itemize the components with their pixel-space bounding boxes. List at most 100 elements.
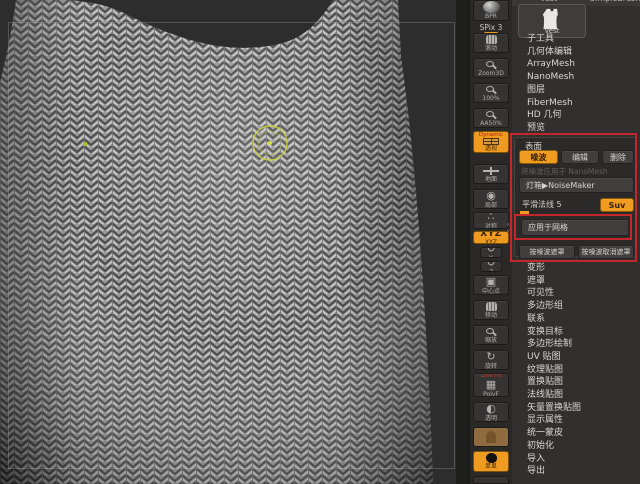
shelf-button-partial[interactable] (473, 476, 509, 484)
palette-menu-item[interactable]: FiberMesh (527, 97, 573, 109)
shelf-button-XYZ[interactable]: XYZ XYZ (473, 231, 509, 244)
shelf-button-对称[interactable]: ∴ 对称 (473, 212, 509, 229)
smooth-normals-slider[interactable]: 平滑法线 5 (522, 199, 562, 210)
palette-menu-item[interactable]: 子工具 (527, 33, 554, 45)
palette-menu-item[interactable]: 图层 (527, 84, 545, 96)
shelf-button-透视[interactable]: Dynamic 透视 (473, 131, 509, 153)
shelf-button-Zoom3D[interactable]: Zoom3D (473, 58, 509, 78)
suv-button[interactable]: Suv (600, 198, 634, 212)
apply-noise-nanomesh-label: 将噪波应用于 NanoMesh (521, 167, 608, 176)
magnifier-icon (485, 328, 494, 334)
shelf-button-label: 地面 (484, 175, 497, 183)
shelf-button-100%[interactable]: 100% (473, 83, 509, 103)
palette-menu-item[interactable]: 统一蒙皮 (527, 427, 563, 439)
floor-grid-icon (483, 138, 499, 145)
frame-icon: ▣ (485, 275, 497, 288)
palette-menu-item[interactable]: 初始化 (527, 440, 554, 452)
transparency-icon: ◐ (486, 402, 496, 415)
solo-icon (485, 453, 497, 463)
shelf-button-label: 缩放 (484, 337, 497, 344)
delete-noise-button[interactable]: 删除 (602, 150, 634, 164)
apply-to-mesh-button[interactable]: 应用于网格 (521, 219, 629, 236)
lightbox-noisemaker-button[interactable]: 灯箱▶NoiseMaker (519, 177, 634, 193)
stroke-marker-dot (83, 142, 87, 146)
header-tool-name: Vest (540, 0, 557, 3)
viewport-shelf-gutter (456, 0, 470, 484)
palette-menu-item[interactable]: 纹理贴图 (527, 364, 563, 376)
smooth-normals-slider-handle[interactable] (520, 211, 529, 214)
shelf-button-PolyF[interactable]: Line Fill ▦ PolyF (473, 373, 509, 397)
unmask-by-noise-button[interactable]: 按噪波取消遮罩 (578, 245, 634, 259)
shelf-button-中心点[interactable]: ▣ 中心点 (473, 275, 509, 295)
mask-by-noise-button[interactable]: 按噪波遮罩 (519, 245, 575, 259)
vest-mesh[interactable] (0, 0, 433, 484)
vest-canvas (0, 0, 458, 484)
rotate-icon: ↻ (486, 261, 496, 269)
shelf-button-移动[interactable]: 移动 (473, 300, 509, 320)
palette-menu-item[interactable]: UV 贴图 (527, 351, 561, 363)
shelf-button-label: 100% (482, 95, 500, 102)
document-viewport[interactable] (0, 0, 458, 484)
shelf-button-透明[interactable]: ◐ 透明 (473, 402, 509, 422)
xyz-text: XYZ (480, 231, 502, 239)
rotate-icon: ↻ (486, 247, 496, 255)
shelf-button-旋转[interactable]: ↻ 旋转 (473, 350, 509, 370)
palette-menu-item[interactable]: 联系 (527, 313, 545, 325)
shelf-button-label: 透视 (484, 145, 497, 152)
shelf-button-局部[interactable]: ◉ 局部 (473, 189, 509, 209)
palette-menu-item[interactable]: 导入 (527, 453, 545, 465)
shelf-button-AA50%[interactable]: AA50% (473, 108, 509, 128)
palette-menu-item[interactable]: 显示属性 (527, 414, 563, 426)
shelf-button-label: 滚动 (484, 44, 497, 52)
shelf-button-label: 单显 (484, 463, 497, 470)
palette-menu-item[interactable]: NanoMesh (527, 71, 574, 83)
shelf-button-单显[interactable]: 单显 (473, 451, 509, 472)
shelf-button-label: AA50% (480, 120, 502, 127)
shelf-button-label: Y (489, 255, 493, 257)
palette-menu-item[interactable]: 预览 (527, 122, 545, 134)
palette-menu-item[interactable]: HD 几何 (527, 109, 562, 121)
palette-menu-item[interactable]: 矢量置换贴图 (527, 402, 581, 414)
shelf-button-ghost-icon[interactable] (473, 427, 509, 447)
shelf-button-label: BPR (485, 13, 497, 20)
shelf-button-label: PolyF (483, 390, 499, 397)
palette-menu-item[interactable]: ArrayMesh (527, 58, 575, 70)
magnifier-icon (485, 61, 494, 67)
polyframe-icon: ▦ (485, 377, 497, 391)
shelf-button-滚动[interactable]: 滚动 (473, 33, 509, 53)
panel-collapse-handle[interactable]: ∧ ∨ (505, 222, 512, 234)
noise-button[interactable]: 噪波 (519, 150, 558, 164)
magnifier-icon (485, 86, 494, 92)
palette-menu-item[interactable]: 变形 (527, 262, 545, 274)
palette-menu-item[interactable]: 法线贴图 (527, 389, 563, 401)
magnifier-icon (485, 111, 494, 117)
shelf-button-Z[interactable]: ↻Z (480, 261, 502, 272)
hand-icon (485, 301, 497, 311)
brush-cursor (252, 125, 288, 161)
shelf-button-缩放[interactable]: 缩放 (473, 325, 509, 345)
zbrush-window: BPR SPix 3 滚动 Zoom3D 100% AA50% Dynamic 透视地面 ◉ 局部… (0, 0, 640, 484)
horizon-icon (483, 166, 499, 175)
shelf-button-BPR[interactable]: BPR (473, 0, 509, 21)
shelf-button-label: 移动 (484, 311, 497, 319)
shelf-button-Y[interactable]: ↻Y (480, 247, 502, 258)
palette-menu-item[interactable]: 多边形组 (527, 300, 563, 312)
palette-menu-item[interactable]: 可见性 (527, 287, 554, 299)
palette-menu-item[interactable]: 遮罩 (527, 275, 545, 287)
palette-menu-item[interactable]: 置换贴图 (527, 376, 563, 388)
palette-menu-item[interactable]: 多边形绘制 (527, 338, 572, 350)
shelf-button-地面[interactable]: 地面 (473, 164, 509, 184)
shelf-button-label: 中心点 (481, 287, 500, 295)
shelf-button-label: XYZ (485, 239, 497, 244)
edit-noise-button[interactable]: 编辑 (561, 150, 599, 164)
spix-slider[interactable]: SPix 3 (470, 23, 512, 32)
right-shelf: BPR SPix 3 滚动 Zoom3D 100% AA50% Dynamic 透视地面 ◉ 局部… (470, 0, 512, 484)
ghost-icon (486, 431, 496, 443)
rotate-icon: ↻ (486, 350, 496, 363)
sphere-icon (482, 1, 500, 13)
shelf-button-label: 透明 (484, 414, 497, 422)
shelf-button-label: 局部 (484, 201, 497, 209)
palette-menu-item[interactable]: 变换目标 (527, 326, 563, 338)
palette-menu-item[interactable]: 导出 (527, 465, 545, 477)
palette-menu-item[interactable]: 几何体编辑 (527, 46, 572, 58)
